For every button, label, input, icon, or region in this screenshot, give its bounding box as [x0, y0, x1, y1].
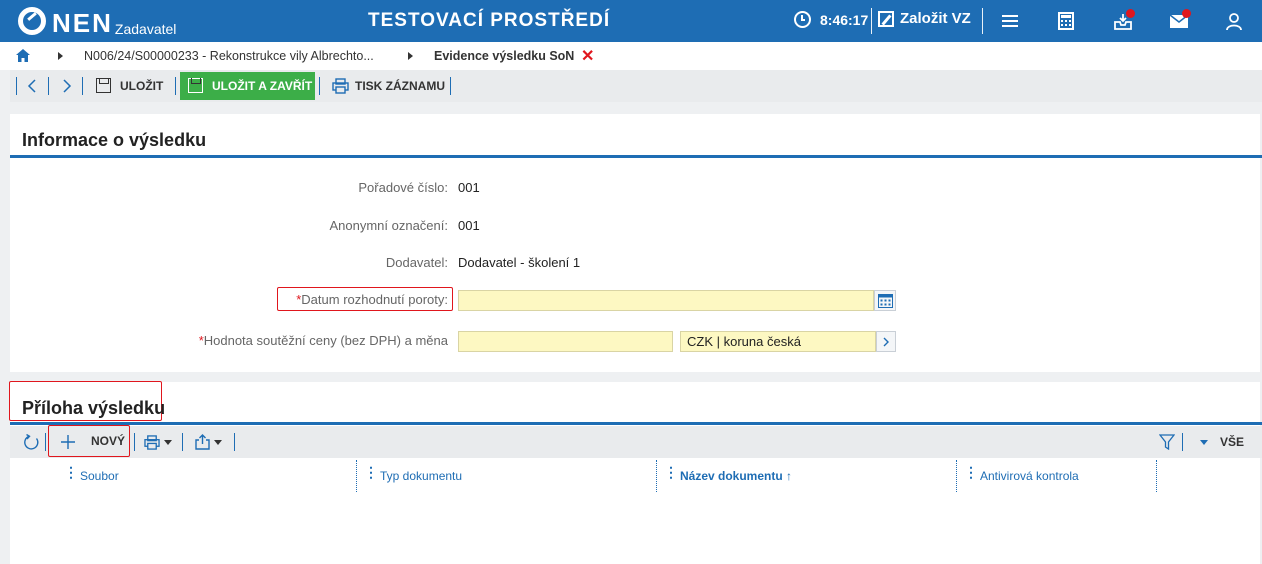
column-header-document-name[interactable]: Název dokumentu ↑: [680, 469, 792, 483]
environment-title: TESTOVACÍ PROSTŘEDÍ: [368, 10, 611, 31]
section-title: Informace o výsledku: [22, 130, 207, 150]
price-value-label-text: Hodnota soutěžní ceny (bez DPH) a měna: [203, 333, 448, 348]
menu-icon[interactable]: [1000, 11, 1020, 31]
column-divider[interactable]: [1156, 460, 1157, 492]
new-attachment-label: NOVÝ: [91, 434, 126, 448]
section-underline: [10, 155, 1262, 158]
create-tender-label: Založit VZ: [900, 10, 971, 27]
calendar-icon: [878, 294, 893, 308]
save-label: ULOŽIT: [120, 79, 164, 93]
column-header-file[interactable]: Soubor: [80, 469, 119, 483]
chevron-down-icon: [214, 440, 222, 445]
chevron-down-icon: [164, 440, 172, 445]
divider: [175, 77, 176, 95]
divider: [450, 77, 451, 95]
logo-text: NEN: [52, 8, 113, 38]
anonymous-id-label: Anonymní označení:: [329, 218, 448, 233]
divider: [45, 433, 46, 451]
save-icon: [188, 78, 203, 93]
save-and-close-label: ULOŽIT A ZAVŘÍT: [212, 79, 313, 93]
column-menu-icon[interactable]: [964, 464, 978, 481]
print-record-label: TISK ZÁZNAMU: [355, 79, 445, 93]
order-number-value: 001: [458, 180, 480, 195]
divider: [1182, 433, 1183, 451]
breadcrumb-item-tender[interactable]: N006/24/S00000233 - Rekonstrukce vily Al…: [84, 49, 374, 63]
jury-decision-date-label-text: Datum rozhodnutí poroty:: [301, 292, 448, 307]
attachment-grid-toolbar: NOVÝ VŠE: [10, 425, 1262, 458]
jury-decision-date-label: *Datum rozhodnutí poroty:: [280, 292, 448, 307]
top-bar: NEN Zadavatel TESTOVACÍ PROSTŘEDÍ 8:46:1…: [0, 0, 1262, 42]
divider: [16, 77, 17, 95]
divider: [134, 433, 135, 451]
column-menu-icon[interactable]: [364, 464, 378, 481]
divider: [982, 8, 983, 34]
divider: [319, 77, 320, 95]
section-title: Příloha výsledku: [22, 398, 166, 418]
clock-time: 8:46:17: [820, 11, 869, 28]
logo-mark-icon: [18, 7, 46, 35]
calendar-button[interactable]: [874, 290, 896, 311]
column-header-document-type[interactable]: Typ dokumentu: [380, 469, 462, 483]
session-clock: 8:46:17: [794, 11, 868, 28]
filter-icon[interactable]: [1159, 434, 1175, 450]
print-menu-button[interactable]: [140, 426, 176, 458]
section-underline: [10, 422, 1262, 425]
currency-select[interactable]: CZK | koruna česká: [680, 331, 876, 352]
clock-icon: [794, 11, 811, 28]
close-tab-icon[interactable]: ✕: [581, 46, 594, 66]
column-menu-icon[interactable]: [64, 464, 78, 481]
divider: [182, 433, 183, 451]
filter-all-dropdown[interactable]: VŠE: [1194, 426, 1254, 458]
chevron-down-icon: [1200, 440, 1208, 445]
column-header-antivirus[interactable]: Antivirová kontrola: [980, 469, 1079, 483]
logo-subtitle: Zadavatel: [114, 21, 177, 37]
edit-icon: [878, 10, 894, 27]
save-icon: [96, 78, 111, 93]
new-attachment-button[interactable]: NOVÝ: [48, 425, 130, 457]
column-divider[interactable]: [656, 460, 657, 492]
home-icon[interactable]: [16, 49, 30, 62]
currency-select-button[interactable]: [876, 331, 896, 352]
divider: [871, 8, 872, 34]
anonymous-id-value: 001: [458, 218, 480, 233]
filter-all-label: VŠE: [1220, 435, 1245, 449]
breadcrumb-separator-icon: [58, 52, 63, 60]
breadcrumb: N006/24/S00000233 - Rekonstrukce vily Al…: [0, 42, 1262, 70]
print-record-button[interactable]: TISK ZÁZNAMU: [326, 70, 451, 102]
supplier-label: Dodavatel:: [385, 255, 448, 270]
refresh-icon[interactable]: [23, 434, 40, 451]
divider: [234, 433, 235, 451]
export-menu-button[interactable]: [190, 426, 226, 458]
printer-icon: [144, 435, 160, 450]
save-and-close-button[interactable]: ULOŽIT A ZAVŘÍT: [180, 72, 315, 100]
supplier-value: Dodavatel - školení 1: [458, 255, 581, 270]
column-divider[interactable]: [956, 460, 957, 492]
record-toolbar: ULOŽIT ULOŽIT A ZAVŘÍT TISK ZÁZNAMU: [10, 70, 1262, 102]
back-icon[interactable]: [27, 79, 37, 93]
calculator-icon[interactable]: [1056, 11, 1076, 31]
user-icon[interactable]: [1224, 11, 1244, 31]
price-value-label: *Hodnota soutěžní ceny (bez DPH) a měna: [180, 333, 448, 348]
order-number-label: Pořadové číslo:: [358, 180, 448, 195]
column-divider[interactable]: [356, 460, 357, 492]
divider: [48, 77, 49, 95]
save-button[interactable]: ULOŽIT: [90, 70, 170, 102]
export-icon: [195, 434, 210, 450]
create-tender-button[interactable]: Založit VZ: [878, 10, 971, 27]
forward-icon[interactable]: [62, 79, 72, 93]
logo[interactable]: NEN Zadavatel: [18, 4, 176, 38]
printer-icon: [332, 78, 349, 94]
jury-decision-date-input[interactable]: [458, 290, 874, 311]
mail-badge: [1182, 9, 1191, 18]
inbox-badge: [1126, 9, 1135, 18]
column-menu-icon[interactable]: [664, 464, 678, 481]
chevron-right-icon: [883, 337, 889, 347]
breadcrumb-separator-icon: [408, 52, 413, 60]
plus-icon: [61, 435, 75, 449]
price-value-input[interactable]: [458, 331, 673, 352]
breadcrumb-item-current: Evidence výsledku SoN: [434, 49, 575, 63]
divider: [82, 77, 83, 95]
